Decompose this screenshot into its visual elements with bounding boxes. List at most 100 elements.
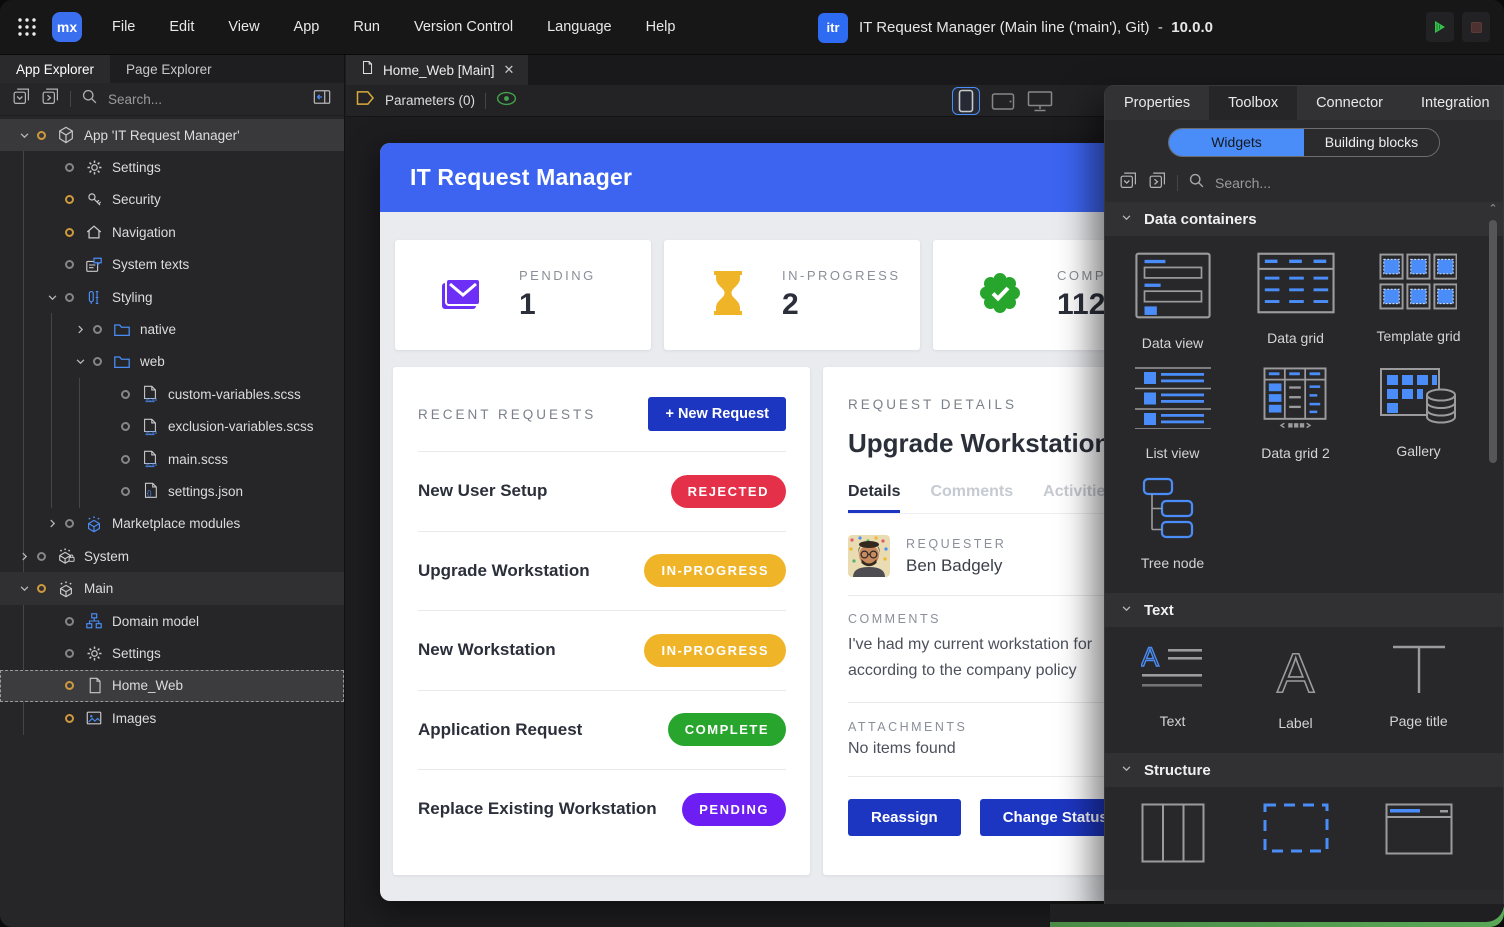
tree-item-domain-model[interactable]: Domain model: [0, 605, 344, 637]
menu-view[interactable]: View: [228, 19, 259, 35]
scrollbar-thumb[interactable]: [1489, 220, 1497, 463]
tree-item-native[interactable]: native: [0, 313, 344, 345]
request-row-replace-existing-workstation[interactable]: Replace Existing WorkstationPENDING: [418, 769, 786, 849]
tree-item-navigation[interactable]: Navigation: [0, 216, 344, 248]
widget-template-grid[interactable]: Template grid: [1376, 252, 1460, 351]
menu-run[interactable]: Run: [353, 19, 380, 35]
widget-tree-node[interactable]: Tree node: [1141, 477, 1204, 571]
widget-data-grid[interactable]: Data grid: [1257, 252, 1335, 351]
run-app-button[interactable]: [1426, 12, 1454, 42]
request-row-new-user-setup[interactable]: New User SetupREJECTED: [418, 451, 786, 531]
menu-version-control[interactable]: Version Control: [414, 19, 513, 35]
page-header-bar[interactable]: IT Request Manager: [380, 143, 1120, 212]
tree-item-settings[interactable]: Settings: [0, 637, 344, 669]
app-launcher-grid-icon[interactable]: [14, 14, 40, 40]
chevron-right-icon[interactable]: [42, 518, 62, 529]
widget-text[interactable]: AText: [1141, 643, 1205, 731]
scroll-up-icon[interactable]: ⌃: [1487, 204, 1499, 214]
menu-app[interactable]: App: [294, 19, 320, 35]
tree-item-system-texts[interactable]: System texts: [0, 249, 344, 281]
chevron-down-icon[interactable]: [14, 583, 34, 594]
kpi-card-in-progress[interactable]: IN-PROGRESS2: [664, 240, 920, 350]
parameters-chip[interactable]: Parameters (0): [385, 93, 475, 108]
tree-item-app-it-request-manager[interactable]: App 'IT Request Manager': [0, 119, 344, 151]
panel-tab-toolbox[interactable]: Toolbox: [1209, 86, 1297, 120]
menu-language[interactable]: Language: [547, 19, 612, 35]
tree-item-settings[interactable]: Settings: [0, 151, 344, 183]
tree-item-security[interactable]: Security: [0, 184, 344, 216]
device-tablet-icon[interactable]: [989, 87, 1017, 115]
chevron-right-icon[interactable]: [14, 551, 34, 562]
tree-item-settings-json[interactable]: {)settings.json: [0, 475, 344, 507]
tree-item-main-scss[interactable]: scssmain.scss: [0, 443, 344, 475]
toggle-widgets[interactable]: Widgets: [1169, 129, 1304, 156]
widget-list-view[interactable]: List view: [1134, 367, 1212, 461]
collapse-all-icon[interactable]: [12, 87, 31, 111]
editor-tab-home-web[interactable]: Home_Web [Main] ✕: [346, 55, 528, 85]
structcolumns-icon: [1141, 803, 1205, 868]
chevron-down-icon[interactable]: [70, 356, 90, 367]
stop-app-button[interactable]: [1462, 12, 1490, 42]
menu-file[interactable]: File: [112, 19, 135, 35]
tab-app-explorer[interactable]: App Explorer: [0, 55, 110, 83]
menu-help[interactable]: Help: [646, 19, 676, 35]
detail-tab-details[interactable]: Details: [848, 483, 900, 513]
section-header-text[interactable]: Text: [1105, 593, 1503, 627]
device-desktop-icon[interactable]: [1026, 87, 1054, 115]
collapse-all-icon[interactable]: [1119, 171, 1138, 195]
change-status-button[interactable]: Change Status: [980, 799, 1120, 836]
preview-eye-icon[interactable]: [496, 91, 517, 111]
widget-structdashed[interactable]: [1263, 803, 1329, 868]
tree-item-marketplace-modules[interactable]: Marketplace modules: [0, 508, 344, 540]
tab-page-explorer[interactable]: Page Explorer: [110, 55, 228, 83]
chevron-down-icon[interactable]: [42, 292, 62, 303]
change-status-dot: [65, 293, 74, 302]
chevron-right-icon[interactable]: [70, 324, 90, 335]
tree-item-home-web[interactable]: Home_Web: [0, 670, 344, 702]
toolbox-search-input[interactable]: [1215, 175, 1489, 191]
toggle-building-blocks[interactable]: Building blocks: [1304, 129, 1439, 156]
widget-data-grid-2[interactable]: Data grid 2: [1261, 367, 1329, 461]
widget-data-view[interactable]: Data view: [1135, 252, 1211, 351]
widget-gallery[interactable]: Gallery: [1379, 367, 1459, 461]
expand-all-icon[interactable]: [41, 87, 60, 111]
tree-item-styling[interactable]: Styling: [0, 281, 344, 313]
tree-item-custom-variables-scss[interactable]: scsscustom-variables.scss: [0, 378, 344, 410]
request-row-application-request[interactable]: Application RequestCOMPLETE: [418, 690, 786, 770]
kpi-row: PENDING1IN-PROGRESS2COMPLETE112: [395, 240, 1105, 350]
explorer-search-input[interactable]: [108, 92, 302, 107]
dock-panel-icon[interactable]: [312, 88, 332, 111]
widget-structwindow[interactable]: [1385, 803, 1453, 868]
tree-item-web[interactable]: web: [0, 346, 344, 378]
tree-item-images[interactable]: Images: [0, 702, 344, 734]
expand-all-icon[interactable]: [1148, 171, 1167, 195]
detail-tab-comments[interactable]: Comments: [930, 483, 1013, 513]
toolbox-scrollbar[interactable]: ⌃: [1487, 204, 1499, 902]
panel-tab-properties[interactable]: Properties: [1105, 86, 1209, 120]
tree-item-system[interactable]: System: [0, 540, 344, 572]
widget-page-title[interactable]: Page title: [1389, 643, 1447, 731]
toolbox-sections: Data containers Data view Data grid Templat…: [1105, 202, 1503, 890]
request-row-new-workstation[interactable]: New WorkstationIN-PROGRESS: [418, 610, 786, 690]
widget-label[interactable]: ALabel: [1268, 643, 1324, 731]
kpi-card-complete[interactable]: COMPLETE112: [933, 240, 1120, 350]
section-header-structure[interactable]: Structure: [1105, 753, 1503, 787]
close-tab-icon[interactable]: ✕: [504, 62, 515, 78]
new-request-button[interactable]: + New Request: [648, 397, 786, 431]
toolbox-panel-tabs: PropertiesToolboxConnectorIntegration: [1105, 86, 1503, 120]
widget-structcolumns[interactable]: [1141, 803, 1205, 868]
request-details-card: REQUEST DETAILS Upgrade Workstation Deta…: [823, 367, 1120, 875]
panel-tab-integration[interactable]: Integration: [1402, 86, 1504, 120]
menu-edit[interactable]: Edit: [169, 19, 194, 35]
request-row-upgrade-workstation[interactable]: Upgrade WorkstationIN-PROGRESS: [418, 531, 786, 611]
section-header-data-containers[interactable]: Data containers: [1105, 202, 1503, 236]
tree-item-exclusion-variables-scss[interactable]: scssexclusion-variables.scss: [0, 411, 344, 443]
panel-tab-connector[interactable]: Connector: [1297, 86, 1402, 120]
device-mode-switcher: [952, 87, 1054, 115]
request-row-title: New User Setup: [418, 481, 547, 501]
kpi-card-pending[interactable]: PENDING1: [395, 240, 651, 350]
tree-item-main[interactable]: Main: [0, 572, 344, 604]
device-phone-icon[interactable]: [952, 87, 980, 115]
reassign-button[interactable]: Reassign: [848, 799, 961, 836]
chevron-down-icon[interactable]: [14, 130, 34, 141]
